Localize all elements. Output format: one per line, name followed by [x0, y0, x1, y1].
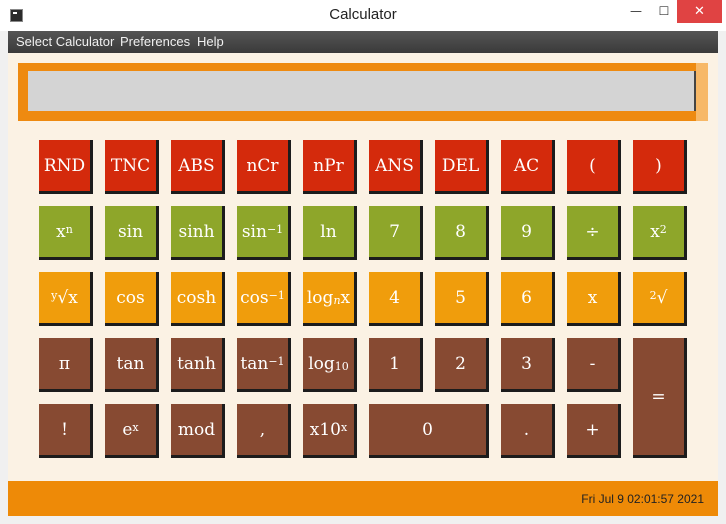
ans-button[interactable]: ANS — [369, 140, 423, 194]
log10-button[interactable]: log 10 — [303, 338, 357, 392]
open-paren-button[interactable]: ( — [567, 140, 621, 194]
arcsin-button[interactable]: sin −1 — [237, 206, 291, 260]
yroot-button[interactable]: y √x — [39, 272, 93, 326]
exp-button[interactable]: ex — [105, 404, 159, 458]
digit-2-button[interactable]: 2 — [435, 338, 489, 392]
sqrt-index: 2 — [649, 289, 657, 302]
log10-prefix: log — [308, 353, 335, 374]
subtract-button[interactable]: - — [567, 338, 621, 392]
sinh-button[interactable]: sinh — [171, 206, 225, 260]
power-base: x — [56, 221, 66, 242]
pi-button[interactable]: π — [39, 338, 93, 392]
ncr-button[interactable]: nCr — [237, 140, 291, 194]
close-paren-button[interactable]: ) — [633, 140, 687, 194]
logn-prefix: log — [306, 287, 334, 308]
yroot-index: y — [51, 289, 58, 302]
digit-6-button[interactable]: 6 — [501, 272, 555, 326]
status-bar: Fri Jul 9 02:01:57 2021 — [8, 481, 718, 516]
tnc-button[interactable]: TNC — [105, 140, 159, 194]
menu-bar: Select Calculator Preferences Help — [8, 31, 718, 53]
digit-4-button[interactable]: 4 — [369, 272, 423, 326]
arcsin-exponent: −1 — [266, 223, 284, 236]
digit-1-button[interactable]: 1 — [369, 338, 423, 392]
factorial-button[interactable]: ! — [39, 404, 93, 458]
comma-button[interactable]: , — [237, 404, 291, 458]
sci-notation-button[interactable]: x10 x — [303, 404, 357, 458]
arctan-base: tan — [240, 353, 269, 374]
square-button[interactable]: x2 — [633, 206, 687, 260]
menu-help[interactable]: Help — [197, 34, 224, 49]
minimize-button[interactable]: — — [622, 0, 650, 23]
display-frame — [18, 63, 708, 121]
digit-8-button[interactable]: 8 — [435, 206, 489, 260]
multiply-button[interactable]: x — [567, 272, 621, 326]
digit-9-button[interactable]: 9 — [501, 206, 555, 260]
arcsin-base: sin — [241, 221, 267, 242]
mod-button[interactable]: mod — [171, 404, 225, 458]
square-base: x — [650, 221, 660, 242]
rnd-button[interactable]: RND — [39, 140, 93, 194]
power-exponent: n — [65, 223, 73, 236]
del-button[interactable]: DEL — [435, 140, 489, 194]
digit-0-button[interactable]: 0 — [369, 404, 489, 458]
exp-exponent: x — [132, 421, 139, 434]
cos-button[interactable]: cos — [105, 272, 159, 326]
power-button[interactable]: xn — [39, 206, 93, 260]
sci-base: x10 — [309, 419, 341, 440]
logn-subscript: n — [333, 294, 341, 307]
arctan-button[interactable]: tan −1 — [237, 338, 291, 392]
sin-button[interactable]: sin — [105, 206, 159, 260]
calculator-body: RND TNC ABS nCr nPr ANS DEL AC ( ) xn si… — [8, 53, 718, 516]
equals-button[interactable]: = — [633, 338, 687, 458]
ac-button[interactable]: AC — [501, 140, 555, 194]
logn-suffix: x — [340, 287, 351, 308]
status-datetime: Fri Jul 9 02:01:57 2021 — [581, 492, 704, 506]
arctan-exponent: −1 — [268, 355, 285, 368]
close-button[interactable]: ✕ — [677, 0, 722, 23]
digit-5-button[interactable]: 5 — [435, 272, 489, 326]
maximize-button[interactable]: ☐ — [650, 0, 678, 23]
logn-button[interactable]: log n x — [303, 272, 357, 326]
npr-button[interactable]: nPr — [303, 140, 357, 194]
tan-button[interactable]: tan — [105, 338, 159, 392]
abs-button[interactable]: ABS — [171, 140, 225, 194]
arccos-base: cos — [240, 287, 269, 308]
title-bar: Calculator — ☐ ✕ — [0, 0, 726, 31]
tanh-button[interactable]: tanh — [171, 338, 225, 392]
yroot-symbol: √x — [57, 287, 78, 308]
cosh-button[interactable]: cosh — [171, 272, 225, 326]
decimal-button[interactable]: . — [501, 404, 555, 458]
divide-button[interactable]: ÷ — [567, 206, 621, 260]
menu-select-calculator[interactable]: Select Calculator — [16, 34, 114, 49]
add-button[interactable]: + — [567, 404, 621, 458]
square-exponent: 2 — [659, 223, 667, 236]
digit-3-button[interactable]: 3 — [501, 338, 555, 392]
sci-exponent: x — [341, 421, 348, 434]
window-title: Calculator — [329, 6, 397, 23]
calculator-display[interactable] — [28, 71, 696, 111]
arccos-exponent: −1 — [268, 289, 285, 302]
arccos-button[interactable]: cos −1 — [237, 272, 291, 326]
exp-base: e — [122, 419, 133, 440]
menu-preferences[interactable]: Preferences — [120, 34, 190, 49]
ln-button[interactable]: ln — [303, 206, 357, 260]
square-root-button[interactable]: 2 √ — [633, 272, 687, 326]
digit-7-button[interactable]: 7 — [369, 206, 423, 260]
log10-subscript: 10 — [334, 360, 349, 373]
sqrt-symbol: √ — [656, 287, 668, 308]
